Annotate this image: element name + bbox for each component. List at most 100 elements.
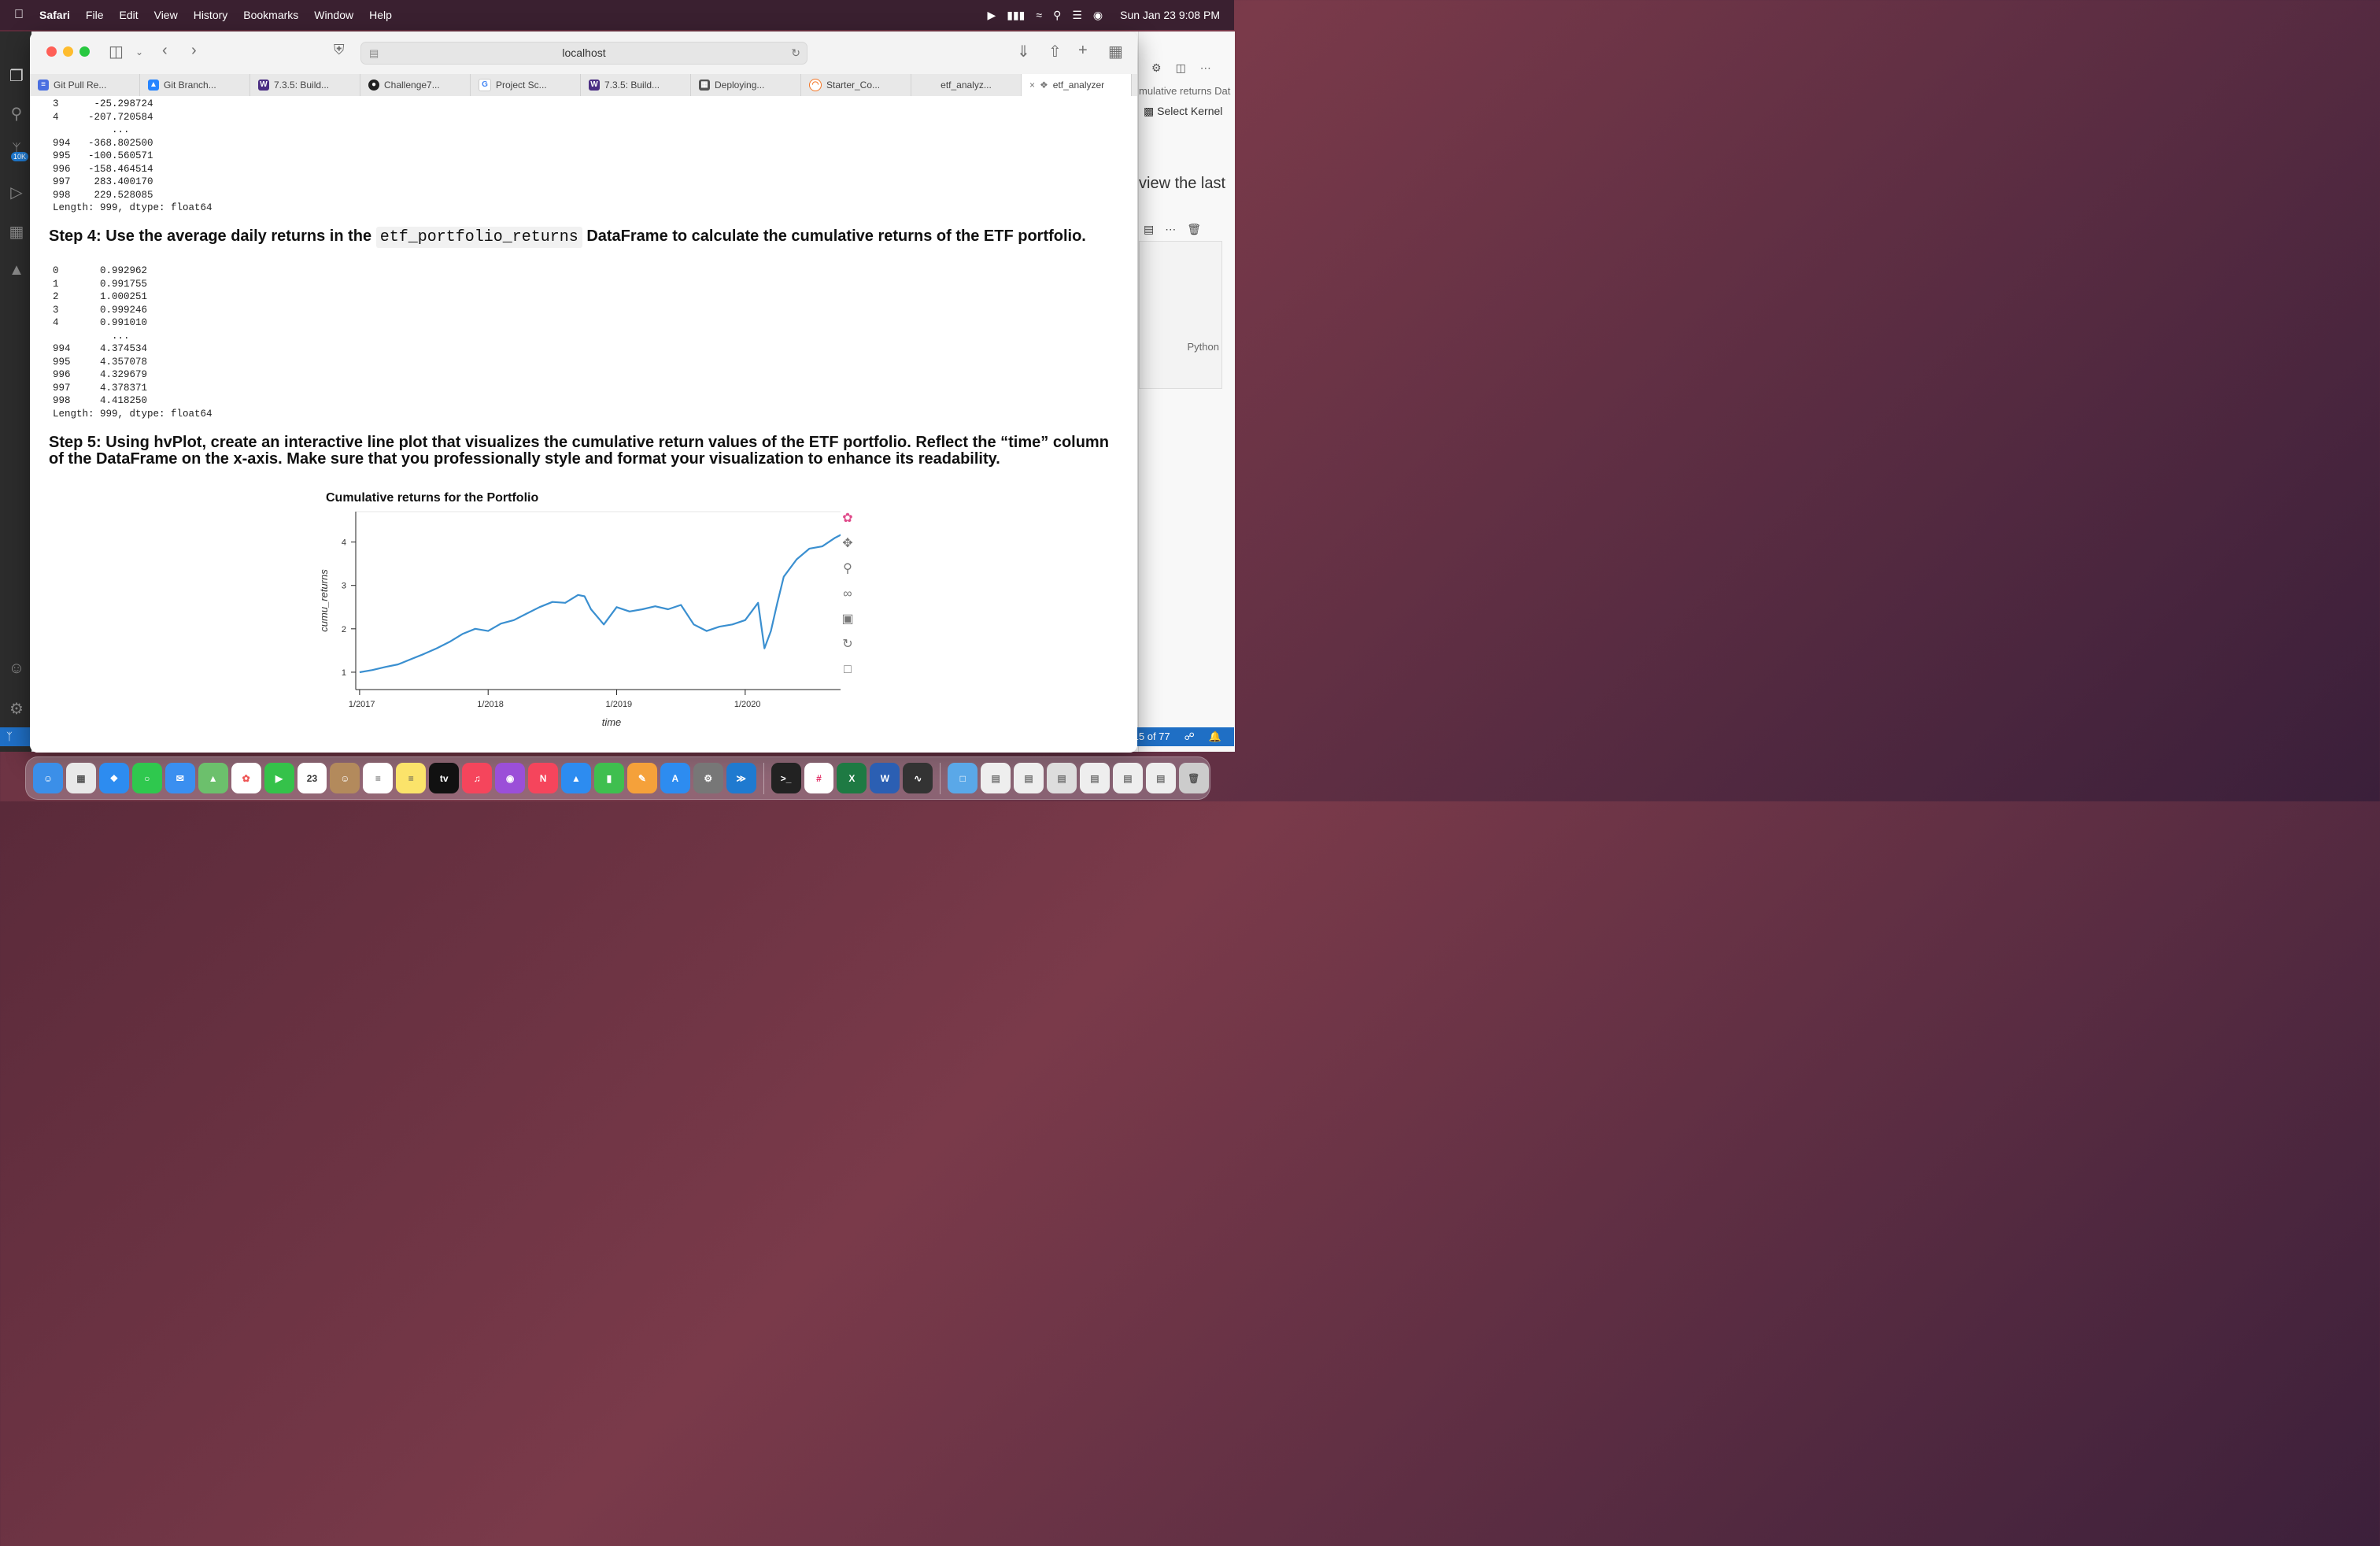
tab-starter[interactable]: ◠ Starter_Co... — [801, 74, 911, 96]
tab-deploying[interactable]: ▦ Deploying... — [691, 74, 801, 96]
menu-help[interactable]: Help — [369, 9, 392, 21]
menu-history[interactable]: History — [194, 9, 228, 21]
split-cell-icon[interactable]: ▤ — [1144, 223, 1154, 236]
downloads-folder-icon[interactable]: □ — [948, 763, 978, 793]
vscode-icon[interactable]: ≫ — [726, 763, 756, 793]
account-icon[interactable]: ☺ — [8, 660, 25, 677]
code-cell[interactable] — [1139, 241, 1222, 389]
bokeh-logo-icon[interactable]: ✿ — [839, 510, 856, 527]
chart-plot[interactable]: 1 2 3 4 1/2017 1/2018 1/2019 1/2020 time cumu_ret… — [290, 490, 841, 749]
menu-file[interactable]: File — [86, 9, 104, 21]
testing-icon[interactable]: ▲ — [8, 261, 25, 279]
status-cell-count[interactable]: 15 of 77 — [1133, 730, 1170, 743]
document-thumbnail-icon[interactable]: ▤ — [1080, 763, 1110, 793]
photos-icon[interactable]: ✿ — [231, 763, 261, 793]
excel-icon[interactable]: X — [837, 763, 867, 793]
minimize-window-button[interactable] — [63, 46, 73, 57]
privacy-shield-icon[interactable]: ⛨ — [334, 42, 345, 58]
tab-etf-analyzer-1[interactable]: etf_analyz... — [911, 74, 1022, 96]
notifications-icon[interactable]: 🔔 — [1209, 730, 1221, 743]
tab-git-pull[interactable]: ≡ Git Pull Re... — [30, 74, 140, 96]
launchpad-icon[interactable]: ▦ — [65, 763, 96, 793]
reload-icon[interactable]: ↻ — [791, 43, 800, 64]
tab-challenge[interactable]: ● Challenge7... — [360, 74, 471, 96]
menu-view[interactable]: View — [154, 9, 178, 21]
window-thumbnail-icon[interactable]: ▤ — [1112, 763, 1143, 793]
menu-window[interactable]: Window — [314, 9, 353, 21]
keynote-icon[interactable]: ▲ — [561, 763, 591, 793]
window-thumbnail-icon[interactable]: ▤ — [981, 763, 1011, 793]
sidebar-toggle-icon[interactable]: ◫ — [109, 42, 124, 61]
word-icon[interactable]: W — [870, 763, 900, 793]
extensions-icon[interactable]: ▦ — [8, 222, 25, 241]
system-preferences-icon[interactable]: ⚙ — [693, 763, 723, 793]
settings-gear-icon[interactable]: ⚙ — [8, 699, 25, 718]
feedback-icon[interactable]: ☍ — [1184, 730, 1195, 743]
pan-icon[interactable]: ✥ — [839, 535, 856, 553]
save-icon[interactable]: ▣ — [839, 611, 856, 628]
explorer-icon[interactable]: ❐ — [8, 66, 25, 85]
activity-monitor-icon[interactable]: ∿ — [903, 763, 933, 793]
address-bar[interactable]: ▤ localhost ↻ — [360, 42, 808, 65]
close-tab-icon[interactable]: × — [1029, 80, 1035, 91]
window-thumbnail-icon[interactable]: ▤ — [1014, 763, 1044, 793]
menu-app-safari[interactable]: Safari — [39, 9, 70, 21]
mail-icon[interactable]: ✉ — [164, 763, 195, 793]
reminders-icon[interactable]: ≡ — [363, 763, 394, 793]
tab-git-branch[interactable]: ▲ Git Branch... — [140, 74, 250, 96]
apple-tv-icon[interactable]: tv — [429, 763, 460, 793]
play-icon[interactable]: ▶ — [987, 9, 996, 22]
close-window-button[interactable] — [46, 46, 57, 57]
calendar-icon[interactable]: 23 — [297, 763, 327, 793]
tab-etf-analyzer-active[interactable]: × ❖ etf_analyzer — [1022, 74, 1132, 96]
terminal-icon[interactable]: >_ — [771, 763, 801, 793]
cell-language[interactable]: Python — [1188, 341, 1219, 353]
trash-icon[interactable]: 🗑 — [1178, 763, 1209, 793]
tab-build-1[interactable]: W 7.3.5: Build... — [250, 74, 360, 96]
numbers-icon[interactable]: ▮ — [593, 763, 624, 793]
downloads-icon[interactable]: ⇓ — [1017, 42, 1030, 61]
maximize-window-button[interactable] — [79, 46, 90, 57]
app-store-icon[interactable]: A — [660, 763, 690, 793]
run-debug-icon[interactable]: ▷ — [8, 183, 25, 202]
new-tab-icon[interactable]: + — [1078, 42, 1088, 60]
music-icon[interactable]: ♫ — [462, 763, 493, 793]
forward-icon[interactable]: › — [191, 42, 197, 60]
cumulative-returns-chart[interactable]: Cumulative returns for the Portfolio 123… — [290, 490, 872, 749]
control-center-icon[interactable]: ☰ — [1072, 9, 1082, 22]
wifi-icon[interactable]: ≈ — [1036, 9, 1042, 21]
split-editor-icon[interactable]: ◫ — [1176, 61, 1186, 75]
tab-overview-icon[interactable]: ▦ — [1108, 42, 1123, 61]
trash-icon[interactable]: 🗑 — [1187, 223, 1201, 236]
tab-build-2[interactable]: W 7.3.5: Build... — [581, 74, 691, 96]
contacts-icon[interactable]: ☺ — [330, 763, 360, 793]
clock[interactable]: Sun Jan 23 9:08 PM — [1120, 9, 1220, 21]
back-icon[interactable]: ‹ — [162, 42, 168, 60]
spotlight-search-icon[interactable]: ⚲ — [1053, 9, 1061, 22]
hover-icon[interactable]: □ — [839, 661, 856, 679]
podcasts-icon[interactable]: ◉ — [495, 763, 526, 793]
menu-bookmarks[interactable]: Bookmarks — [243, 9, 298, 21]
siri-icon[interactable]: ◉ — [1093, 9, 1103, 22]
finder-icon[interactable]: ☺ — [33, 763, 63, 793]
chevron-down-icon[interactable]: ⌄ — [135, 46, 143, 57]
window-thumbnail-icon[interactable]: ▤ — [1145, 763, 1176, 793]
more-icon[interactable]: ⋯ — [1165, 223, 1176, 236]
reset-icon[interactable]: ↻ — [839, 636, 856, 653]
wheel-zoom-icon[interactable]: ∞ — [839, 586, 856, 603]
apple-menu-icon[interactable]:  — [14, 8, 24, 22]
more-icon[interactable]: ⋯ — [1200, 61, 1211, 75]
safari-icon[interactable]: ❖ — [98, 763, 129, 793]
tab-project[interactable]: G Project Sc... — [471, 74, 581, 96]
messages-icon[interactable]: ○ — [131, 763, 162, 793]
branch-icon[interactable]: ᛉ — [6, 730, 13, 742]
menu-edit[interactable]: Edit — [119, 9, 138, 21]
maps-icon[interactable]: ▲ — [198, 763, 228, 793]
notes-icon[interactable]: ≡ — [396, 763, 427, 793]
gear-icon[interactable]: ⚙ — [1151, 61, 1162, 75]
box-zoom-icon[interactable]: ⚲ — [839, 560, 856, 578]
news-icon[interactable]: N — [528, 763, 558, 793]
facetime-icon[interactable]: ▶ — [264, 763, 294, 793]
share-icon[interactable]: ⇧ — [1048, 42, 1062, 61]
pages-icon[interactable]: ✎ — [626, 763, 657, 793]
